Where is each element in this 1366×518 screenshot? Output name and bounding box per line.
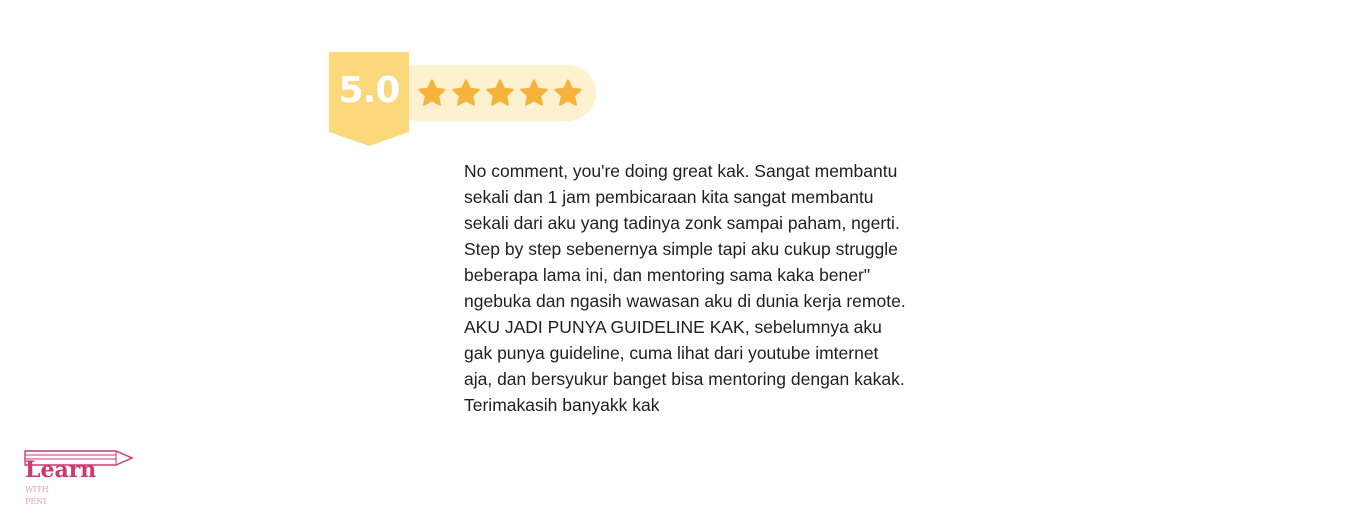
logo-wordmark: Learn — [25, 457, 97, 483]
star-icon — [452, 79, 480, 106]
star-icon — [486, 79, 514, 106]
star-row — [417, 78, 583, 108]
rating-score: 5.0 — [338, 70, 401, 111]
logo-peni-text: PENI — [25, 497, 47, 506]
star-icon — [554, 79, 582, 106]
brand-logo: Learn WITH PENI — [24, 450, 136, 510]
rating-badge: 5.0 — [329, 52, 599, 148]
logo-with-text: WITH — [25, 485, 49, 494]
star-icon — [520, 79, 548, 106]
star-icon — [418, 79, 446, 106]
testimonial-card: 5.0 No comment, you're doing great kak. … — [0, 0, 1366, 518]
review-text: No comment, you're doing great kak. Sang… — [464, 161, 906, 415]
